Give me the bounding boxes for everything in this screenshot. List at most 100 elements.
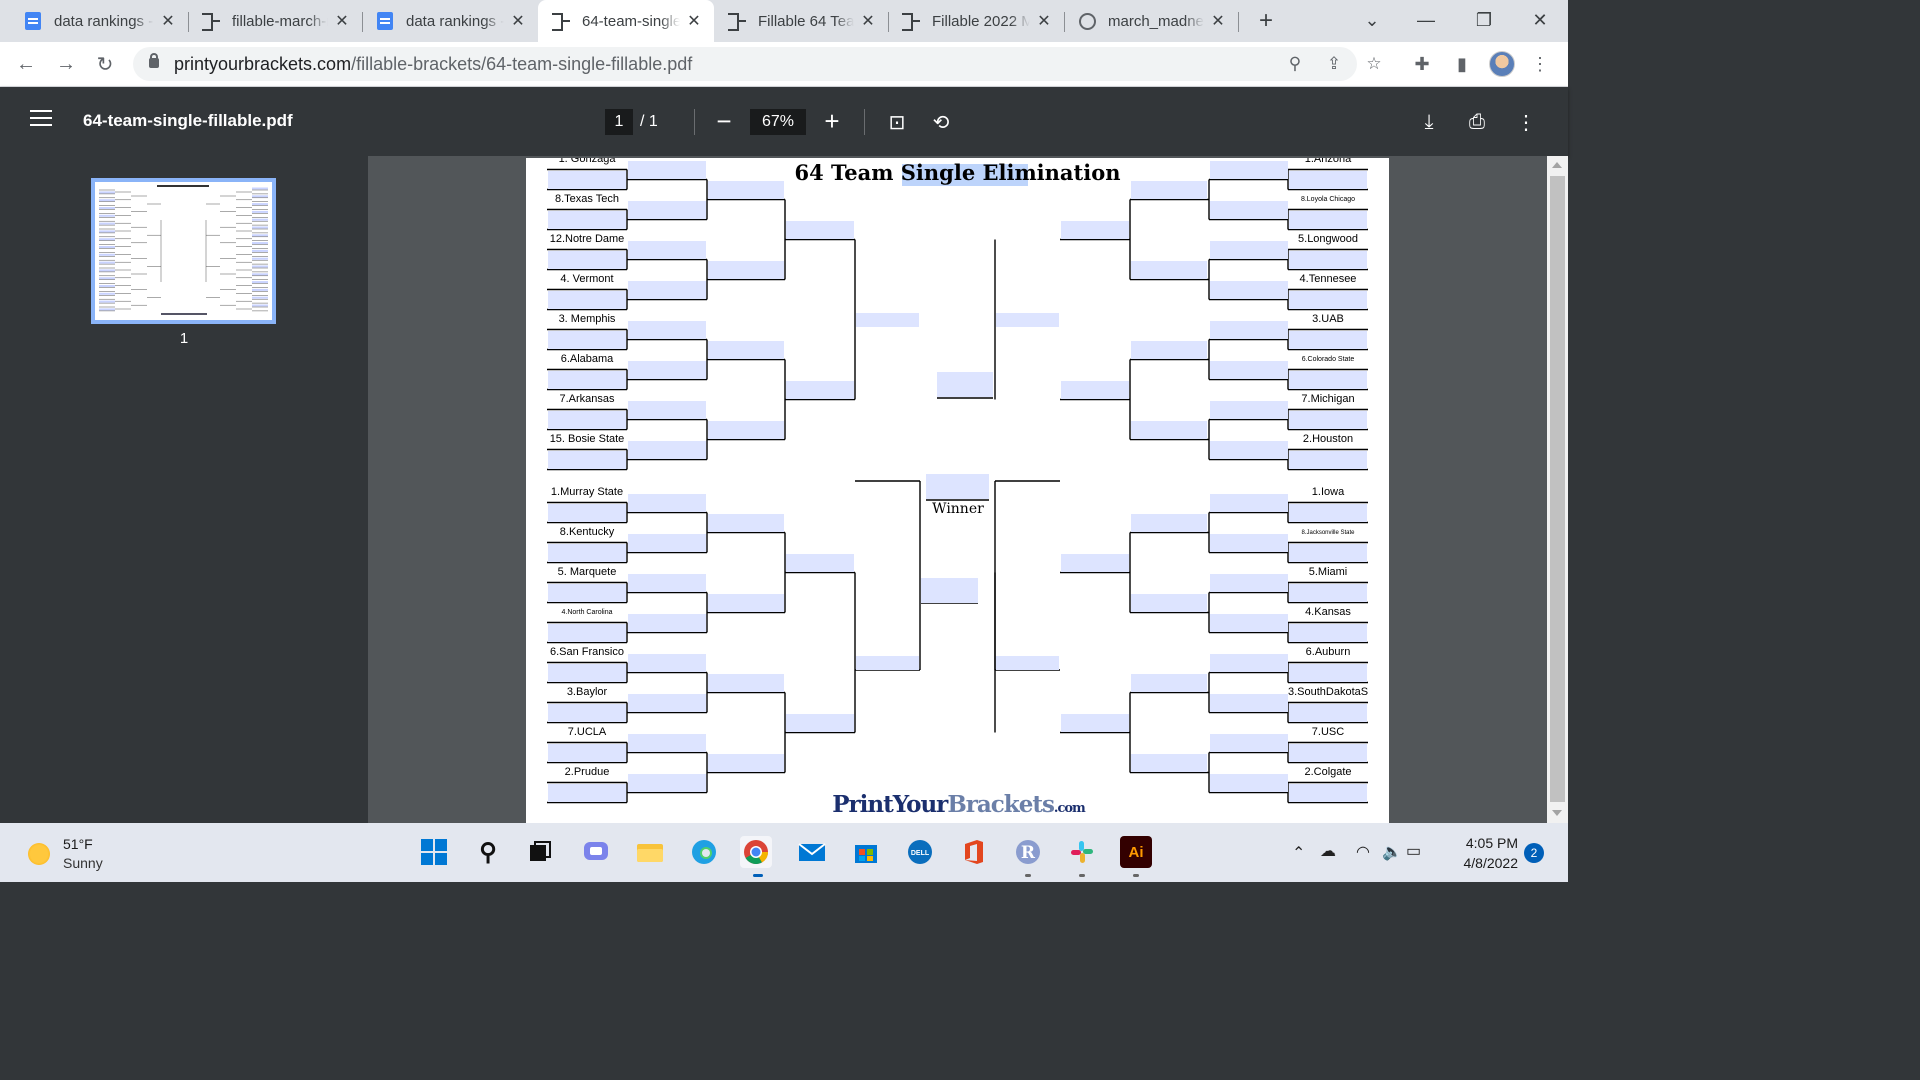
team-slot[interactable]: 3. Memphis xyxy=(547,310,627,330)
round2-field[interactable] xyxy=(1210,200,1288,219)
team-slot[interactable]: 6.Colorado State xyxy=(1288,350,1368,370)
round3-field[interactable] xyxy=(1131,340,1207,359)
round2-field[interactable] xyxy=(1210,320,1288,339)
round4-field[interactable] xyxy=(786,380,854,399)
team-slot-field[interactable] xyxy=(1289,250,1367,269)
battery-icon[interactable]: ▭ xyxy=(1406,841,1421,861)
tab-fillable-2022[interactable]: Fillable 2022 March Madness ✕ xyxy=(888,0,1064,42)
team-slot[interactable]: 8.Loyola Chicago xyxy=(1288,190,1368,210)
round2-field[interactable] xyxy=(628,280,706,299)
team-slot-field[interactable] xyxy=(548,210,626,229)
back-arrow-icon[interactable]: ← xyxy=(12,50,40,78)
round2-field[interactable] xyxy=(628,773,706,792)
clock-date[interactable]: 4/8/2022 xyxy=(1450,855,1519,871)
round3-field[interactable] xyxy=(708,513,784,532)
round2-field[interactable] xyxy=(1210,653,1288,672)
round3-field[interactable] xyxy=(708,180,784,199)
team-slot-field[interactable] xyxy=(1289,450,1367,469)
round2-field[interactable] xyxy=(1210,493,1288,512)
team-slot[interactable]: 1.Iowa xyxy=(1288,483,1368,503)
round3-field[interactable] xyxy=(708,593,784,612)
clock-time[interactable]: 4:05 PM xyxy=(1460,835,1518,851)
office-icon[interactable] xyxy=(958,836,990,868)
finalist-field[interactable] xyxy=(937,372,993,397)
round3-field[interactable] xyxy=(1131,753,1207,772)
round2-field[interactable] xyxy=(628,733,706,752)
bookmark-star-icon[interactable]: ☆ xyxy=(1364,54,1384,74)
team-slot-field[interactable] xyxy=(1289,410,1367,429)
file-explorer-icon[interactable] xyxy=(634,836,666,868)
notification-badge[interactable]: 2 xyxy=(1524,843,1544,863)
team-slot[interactable]: 7.UCLA xyxy=(547,723,627,743)
team-slot-field[interactable] xyxy=(548,703,626,722)
zoom-magnifier-icon[interactable]: ⚲ xyxy=(1285,54,1305,74)
zoom-in-button[interactable]: + xyxy=(820,106,844,136)
round2-field[interactable] xyxy=(628,533,706,552)
team-slot[interactable]: 4.North Carolina xyxy=(547,603,627,623)
round2-field[interactable] xyxy=(628,320,706,339)
reload-icon[interactable]: ↻ xyxy=(91,50,119,78)
round2-field[interactable] xyxy=(1210,733,1288,752)
round2-field[interactable] xyxy=(628,240,706,259)
team-slot[interactable]: 6.San Fransico xyxy=(547,643,627,663)
round2-field[interactable] xyxy=(628,693,706,712)
download-icon[interactable]: ⤓ xyxy=(1414,107,1444,137)
r-icon[interactable]: R xyxy=(1012,836,1044,868)
teams-chat-icon[interactable] xyxy=(580,836,612,868)
round2-field[interactable] xyxy=(628,200,706,219)
close-icon[interactable]: ✕ xyxy=(1208,11,1228,31)
team-slot[interactable]: 4.Kansas xyxy=(1288,603,1368,623)
minimize-icon[interactable]: — xyxy=(1406,5,1446,35)
team-slot-field[interactable] xyxy=(548,410,626,429)
team-slot-field[interactable] xyxy=(1289,170,1367,189)
round4-field[interactable] xyxy=(1061,380,1129,399)
region-winner-field[interactable] xyxy=(856,656,919,670)
round2-field[interactable] xyxy=(1210,240,1288,259)
round2-field[interactable] xyxy=(628,400,706,419)
team-slot-field[interactable] xyxy=(548,663,626,682)
round2-field[interactable] xyxy=(1210,613,1288,632)
team-slot[interactable]: 1.Arizona xyxy=(1288,158,1368,170)
team-slot-field[interactable] xyxy=(548,503,626,522)
tab-fillable-64[interactable]: Fillable 64 Team Bracket ✕ xyxy=(714,0,888,42)
team-slot[interactable]: 8.Texas Tech xyxy=(547,190,627,210)
round2-field[interactable] xyxy=(1210,773,1288,792)
window-close-icon[interactable]: ✕ xyxy=(1520,5,1560,35)
team-slot[interactable]: 7.Arkansas xyxy=(547,390,627,410)
lock-icon[interactable] xyxy=(149,53,159,68)
round2-field[interactable] xyxy=(1210,160,1288,179)
team-slot[interactable]: 5.Miami xyxy=(1288,563,1368,583)
rotate-icon[interactable]: ⟲ xyxy=(926,107,956,137)
round2-field[interactable] xyxy=(628,440,706,459)
round2-field[interactable] xyxy=(628,613,706,632)
round3-field[interactable] xyxy=(708,753,784,772)
round4-field[interactable] xyxy=(1061,713,1129,732)
team-slot[interactable]: 1. Gonzaga xyxy=(547,158,627,170)
team-slot[interactable]: 3.UAB xyxy=(1288,310,1368,330)
team-slot-field[interactable] xyxy=(548,543,626,562)
team-slot-field[interactable] xyxy=(1289,543,1367,562)
close-icon[interactable]: ✕ xyxy=(684,11,704,31)
zoom-out-button[interactable]: − xyxy=(712,106,736,136)
team-slot[interactable]: 8.Jacksonville State xyxy=(1288,523,1368,543)
round2-field[interactable] xyxy=(1210,440,1288,459)
team-slot-field[interactable] xyxy=(548,583,626,602)
round3-field[interactable] xyxy=(1131,673,1207,692)
avatar[interactable] xyxy=(1489,51,1515,77)
team-slot-field[interactable] xyxy=(1289,330,1367,349)
round2-field[interactable] xyxy=(1210,693,1288,712)
team-slot[interactable]: 8.Kentucky xyxy=(547,523,627,543)
tab-search-chevron-icon[interactable]: ⌄ xyxy=(1352,5,1392,35)
round2-field[interactable] xyxy=(1210,360,1288,379)
close-icon[interactable]: ✕ xyxy=(858,11,878,31)
hamburger-menu-icon[interactable] xyxy=(30,110,52,128)
browser-menu-icon[interactable]: ⋮ xyxy=(1526,50,1554,78)
page-number-input[interactable]: 1 xyxy=(605,109,633,135)
team-slot-field[interactable] xyxy=(1289,583,1367,602)
tab-docs-1[interactable]: data rankings - Google Docs ✕ xyxy=(10,0,188,42)
team-slot[interactable]: 2.Houston xyxy=(1288,430,1368,450)
weather-condition[interactable]: Sunny xyxy=(63,855,103,871)
round3-field[interactable] xyxy=(1131,593,1207,612)
winner-field[interactable] xyxy=(926,474,989,499)
slack-icon[interactable] xyxy=(1066,836,1098,868)
